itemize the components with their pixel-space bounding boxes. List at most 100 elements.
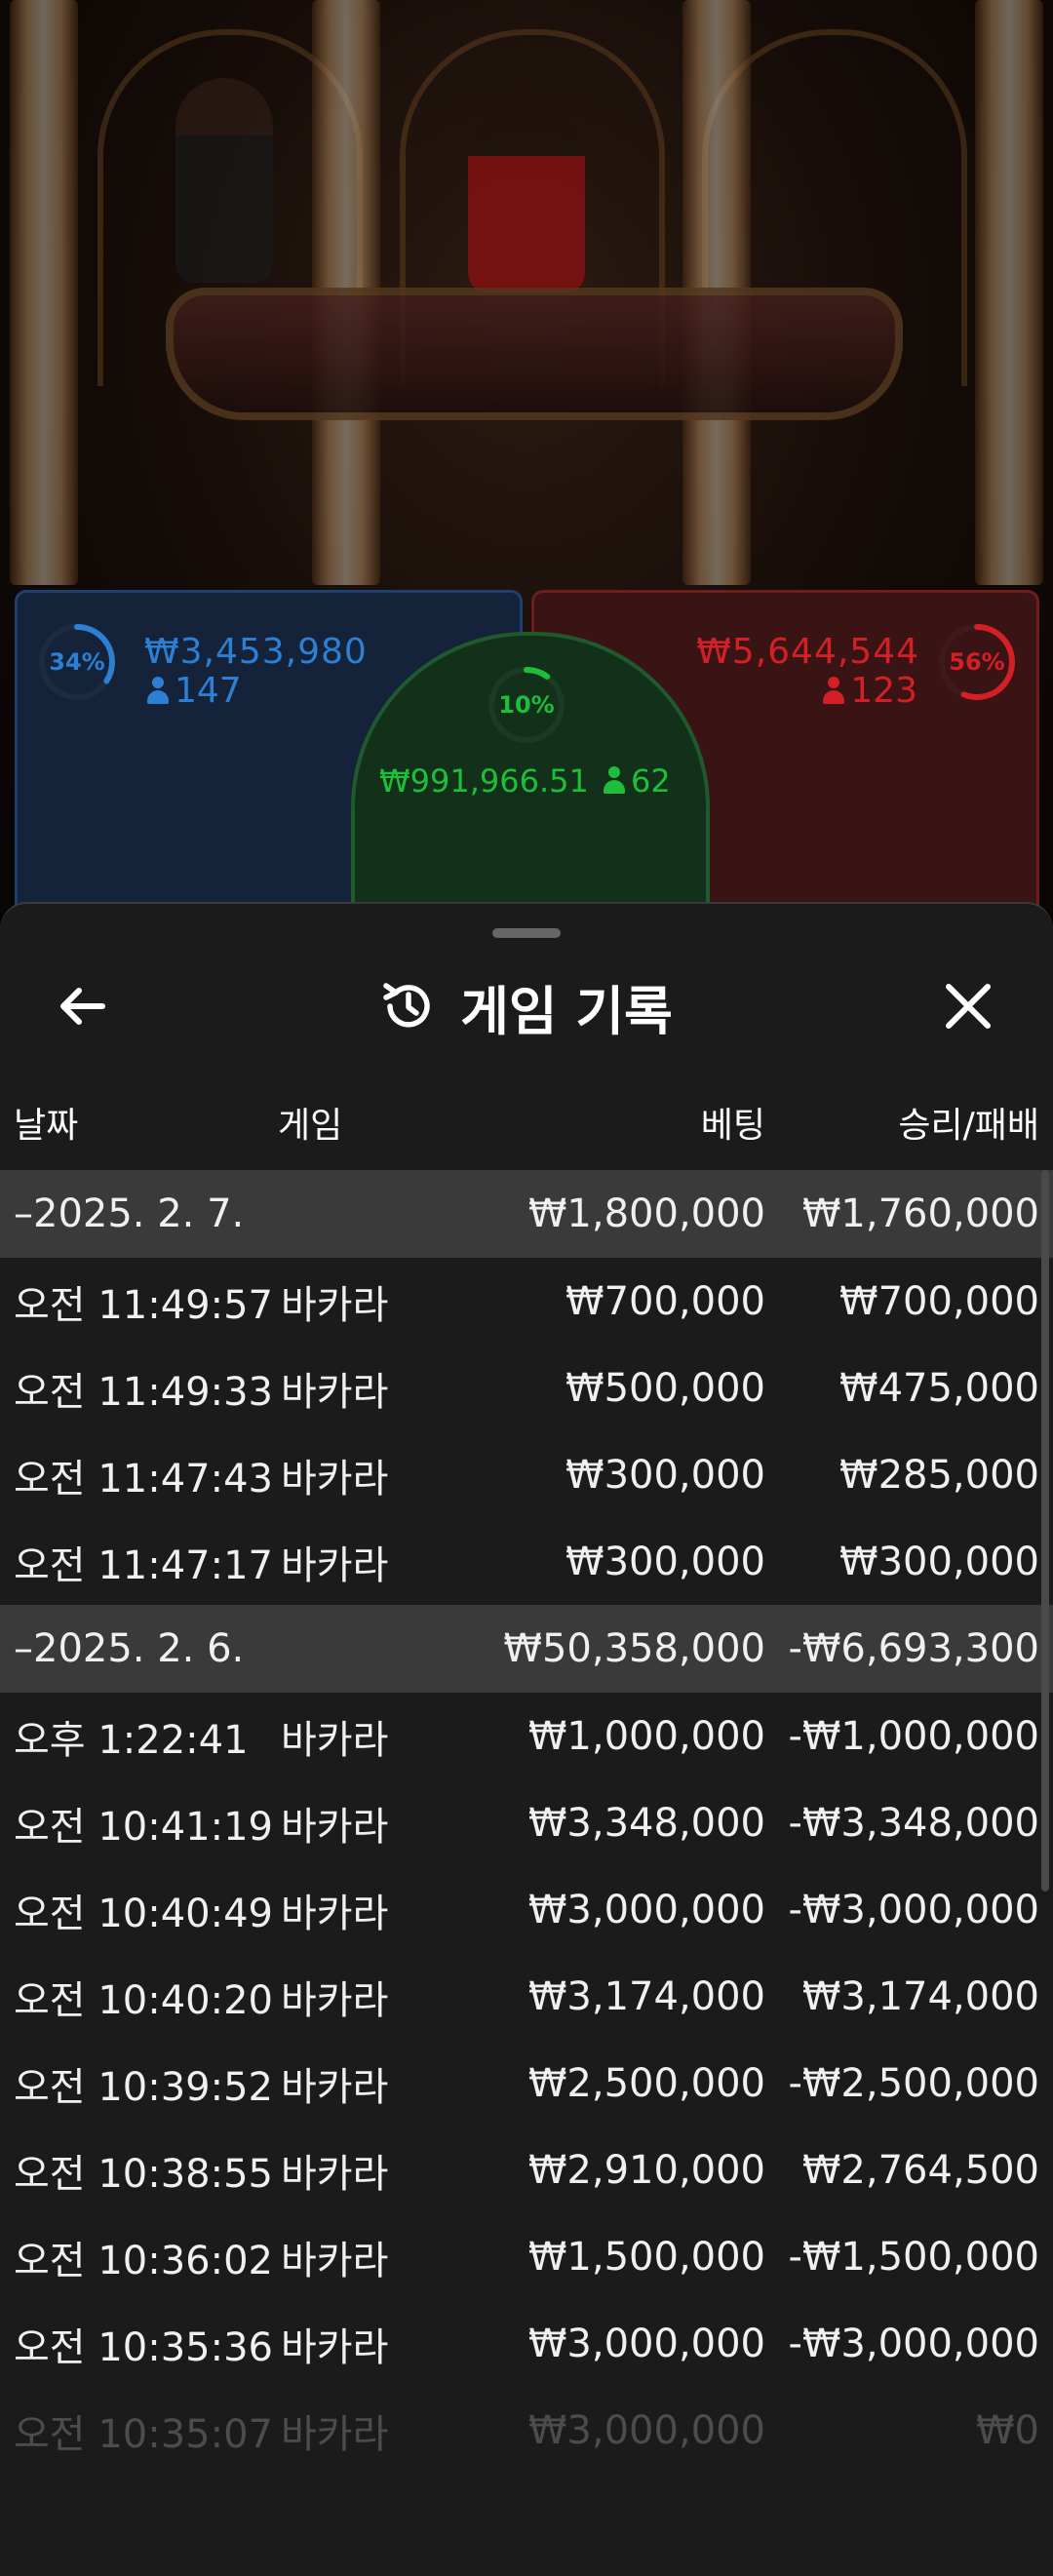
- table-row[interactable]: 오전 10:39:52 바카라 ₩2,500,000 -₩2,500,000: [0, 2040, 1053, 2127]
- group-total-result: -₩6,693,300: [788, 1626, 1039, 1671]
- table-row[interactable]: 오전 10:40:20 바카라 ₩3,174,000 ₩3,174,000: [0, 1953, 1053, 2040]
- row-game: 바카라: [281, 1717, 389, 1763]
- row-result: -₩1,500,000: [788, 2234, 1039, 2280]
- table-row[interactable]: 오전 10:35:07 바카라 ₩3,000,000 ₩0: [0, 2387, 1053, 2474]
- row-time: 오전 11:49:57: [14, 1282, 273, 1328]
- row-game: 바카라: [281, 1456, 389, 1502]
- row-game: 바카라: [281, 2411, 389, 2457]
- player-bet-amount: ₩3,453,980: [144, 632, 368, 672]
- row-result: ₩700,000: [839, 1278, 1039, 1324]
- row-result: -₩2,500,000: [788, 2060, 1039, 2106]
- row-time: 오전 11:47:43: [14, 1456, 273, 1502]
- row-time: 오전 10:41:19: [14, 1804, 273, 1850]
- table-row[interactable]: 오전 10:38:55 바카라 ₩2,910,000 ₩2,764,500: [0, 2127, 1053, 2213]
- table-row[interactable]: 오전 11:47:17 바카라 ₩300,000 ₩300,000: [0, 1518, 1053, 1605]
- close-button[interactable]: [934, 972, 1002, 1040]
- banker-percent: 56%: [949, 648, 1005, 676]
- row-game: 바카라: [281, 1542, 389, 1588]
- row-result: ₩285,000: [839, 1452, 1039, 1498]
- tie-bettor-count: 62: [604, 762, 671, 800]
- table-row[interactable]: 오전 10:40:49 바카라 ₩3,000,000 -₩3,000,000: [0, 1866, 1053, 1953]
- sheet-drag-handle[interactable]: [492, 928, 561, 938]
- column-header-bet: 베팅: [700, 1106, 765, 1146]
- banker-bet-amount: ₩5,644,544: [696, 632, 919, 672]
- row-result: -₩1,000,000: [788, 1713, 1039, 1759]
- table-row[interactable]: 오전 10:36:02 바카라 ₩1,500,000 -₩1,500,000: [0, 2213, 1053, 2300]
- row-bet: ₩1,000,000: [527, 1713, 765, 1759]
- row-bet: ₩3,174,000: [527, 1973, 765, 2019]
- column-header-game: 게임: [278, 1106, 343, 1146]
- row-time: 오전 11:47:17: [14, 1542, 273, 1588]
- row-game: 바카라: [281, 1282, 389, 1328]
- row-game: 바카라: [281, 2238, 389, 2283]
- row-game: 바카라: [281, 2151, 389, 2197]
- row-bet: ₩700,000: [566, 1278, 765, 1324]
- row-game: 바카라: [281, 1977, 389, 2023]
- table-row[interactable]: 오전 10:35:36 바카라 ₩3,000,000 -₩3,000,000: [0, 2300, 1053, 2387]
- row-time: 오전 10:38:55: [14, 2151, 273, 2197]
- history-table: –2025. 2. 7. ₩1,800,000 ₩1,760,000 오전 11:49…: [0, 1170, 1053, 2457]
- column-header-date: 날짜: [14, 1106, 79, 1146]
- row-time: 오전 10:40:49: [14, 1891, 273, 1936]
- column-header-result: 승리/패배: [898, 1106, 1039, 1146]
- tie-percent: 10%: [498, 691, 555, 719]
- group-total-result: ₩1,760,000: [801, 1191, 1039, 1236]
- row-result: -₩3,000,000: [788, 2321, 1039, 2366]
- row-time: 오전 10:35:36: [14, 2324, 273, 2370]
- group-total-bet: ₩1,800,000: [527, 1191, 765, 1236]
- row-bet: ₩300,000: [566, 1539, 765, 1584]
- tie-bet-amount: ₩991,966.51: [379, 762, 589, 800]
- live-video-stream: 34% ₩3,453,980 147 56% ₩5,644,544 123 10…: [0, 0, 1053, 936]
- row-time: 오전 10:40:20: [14, 1977, 273, 2023]
- person-icon: [147, 677, 169, 704]
- row-result: ₩2,764,500: [801, 2147, 1039, 2193]
- row-result: ₩0: [976, 2407, 1039, 2453]
- row-time: 오전 10:36:02: [14, 2238, 273, 2283]
- row-bet: ₩1,500,000: [527, 2234, 765, 2280]
- table-row[interactable]: 오전 10:41:19 바카라 ₩3,348,000 -₩3,348,000: [0, 1779, 1053, 1866]
- row-time: 오전 11:49:33: [14, 1369, 273, 1415]
- row-game: 바카라: [281, 2324, 389, 2370]
- table-row[interactable]: 오전 11:49:57 바카라 ₩700,000 ₩700,000: [0, 1258, 1053, 1345]
- row-game: 바카라: [281, 2064, 389, 2110]
- game-history-sheet: 게임 기록 날짜 게임 베팅 승리/패배 –2025. 2. 7. ₩1,800,…: [0, 902, 1053, 2576]
- group-date: –2025. 2. 7.: [14, 1191, 245, 1236]
- history-clock-icon: [383, 983, 430, 1028]
- close-icon: [946, 984, 991, 1029]
- row-bet: ₩3,000,000: [527, 2407, 765, 2453]
- row-game: 바카라: [281, 1804, 389, 1850]
- row-bet: ₩2,910,000: [527, 2147, 765, 2193]
- date-group-row[interactable]: –2025. 2. 6. ₩50,358,000 -₩6,693,300: [0, 1605, 1053, 1693]
- group-date: –2025. 2. 6.: [14, 1626, 245, 1671]
- row-game: 바카라: [281, 1891, 389, 1936]
- person-icon: [604, 766, 625, 794]
- tie-percent-ring: 10%: [487, 665, 566, 745]
- player-percent-ring: 34%: [37, 622, 117, 702]
- row-time: 오전 10:39:52: [14, 2064, 273, 2110]
- row-bet: ₩3,348,000: [527, 1800, 765, 1846]
- table-row[interactable]: 오전 11:47:43 바카라 ₩300,000 ₩285,000: [0, 1431, 1053, 1518]
- row-bet: ₩300,000: [566, 1452, 765, 1498]
- sheet-header: 게임 기록: [0, 967, 1053, 1045]
- row-result: -₩3,348,000: [788, 1800, 1039, 1846]
- date-group-row[interactable]: –2025. 2. 7. ₩1,800,000 ₩1,760,000: [0, 1170, 1053, 1258]
- row-result: ₩300,000: [839, 1539, 1039, 1584]
- player-percent: 34%: [49, 648, 105, 676]
- player-bettor-count: 147: [147, 671, 242, 711]
- row-result: ₩3,174,000: [801, 1973, 1039, 2019]
- banker-percent-ring: 56%: [937, 622, 1017, 702]
- table-row[interactable]: 오전 11:49:33 바카라 ₩500,000 ₩475,000: [0, 1345, 1053, 1431]
- row-game: 바카라: [281, 1369, 389, 1415]
- row-result: -₩3,000,000: [788, 1887, 1039, 1932]
- person-icon: [823, 677, 845, 704]
- row-time: 오전 10:35:07: [14, 2411, 273, 2457]
- page-title: 게임 기록: [460, 980, 673, 1042]
- row-result: ₩475,000: [839, 1365, 1039, 1411]
- banker-bettor-count: 123: [823, 671, 917, 711]
- row-bet: ₩500,000: [566, 1365, 765, 1411]
- row-bet: ₩3,000,000: [527, 1887, 765, 1932]
- group-total-bet: ₩50,358,000: [503, 1626, 765, 1671]
- row-time: 오후 1:22:41: [14, 1717, 249, 1763]
- table-row[interactable]: 오후 1:22:41 바카라 ₩1,000,000 -₩1,000,000: [0, 1693, 1053, 1779]
- scrollbar[interactable]: [1041, 1170, 1049, 1892]
